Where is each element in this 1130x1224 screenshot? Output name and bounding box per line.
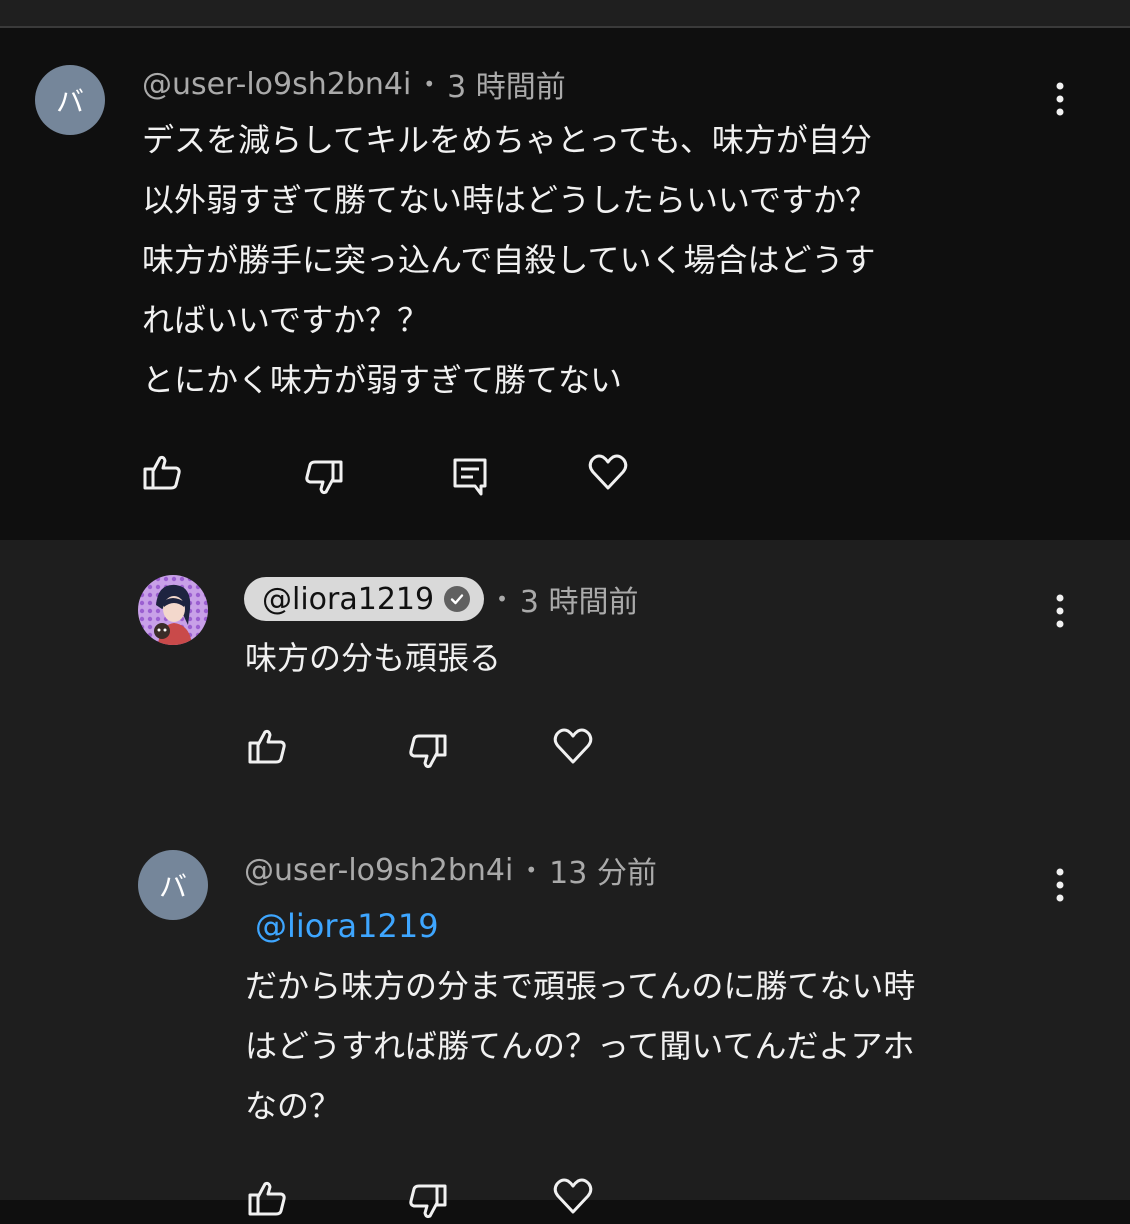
separator-dot: • xyxy=(423,72,436,96)
comment-line: デスを減らしてキルをめちゃとっても、味方が自分 xyxy=(142,121,872,159)
creator-chip[interactable]: @liora1219 xyxy=(244,577,485,621)
comment-meta: @user-lo9sh2bn4i • 3 時間前 xyxy=(142,62,566,106)
comment-line: 味方が勝手に突っ込んで自殺していく場合はどうす xyxy=(142,241,876,279)
comment-line: 以外弱すぎて勝てない時はどうしたらいいですか？ xyxy=(142,181,878,219)
reply-line: なの？ xyxy=(245,1087,342,1125)
replies-section: @liora1219 • 3 時間前 味方の分も頑張る バ @user-lo9s… xyxy=(0,540,1130,1219)
comment-thread: バ @user-lo9sh2bn4i • 3 時間前 デスを減らしてキルをめちゃ… xyxy=(0,28,1130,540)
comment-time[interactable]: 3 時間前 xyxy=(447,62,566,106)
more-vert-icon[interactable] xyxy=(1050,80,1070,120)
comment-line: ればいいですか？？ xyxy=(142,301,430,339)
mention-text[interactable]: @liora1219 xyxy=(255,907,439,945)
reply-time[interactable]: 13 分前 xyxy=(549,848,657,892)
verified-check-icon xyxy=(444,586,471,612)
dislike-icon[interactable] xyxy=(406,730,450,774)
avatar[interactable]: バ xyxy=(35,65,105,135)
heart-icon[interactable] xyxy=(551,724,595,768)
reply-line: 味方の分も頑張る xyxy=(245,639,502,677)
reply-author: @liora1219 xyxy=(262,581,435,617)
top-bar xyxy=(0,0,1130,28)
comment-line: とにかく味方が弱すぎて勝てない xyxy=(142,361,623,399)
dislike-icon[interactable] xyxy=(406,1180,450,1224)
avatar[interactable] xyxy=(138,575,208,645)
avatar-letter: バ xyxy=(158,870,187,903)
dislike-icon[interactable] xyxy=(302,456,346,500)
reply-meta: @liora1219 • 3 時間前 xyxy=(244,576,639,622)
reply-line: はどうすれば勝てんの？って聞いてんだよアホ xyxy=(245,1027,915,1065)
like-icon[interactable] xyxy=(245,1176,289,1220)
reply-text: 味方の分も頑張る xyxy=(245,628,501,688)
reply-time[interactable]: 3 時間前 xyxy=(520,577,639,621)
separator-dot: • xyxy=(496,587,508,611)
like-icon[interactable] xyxy=(245,724,289,768)
like-icon[interactable] xyxy=(140,450,184,494)
reply-author[interactable]: @user-lo9sh2bn4i xyxy=(244,853,513,888)
more-vert-icon[interactable] xyxy=(1050,866,1070,906)
comment-author[interactable]: @user-lo9sh2bn4i xyxy=(142,67,411,102)
separator-dot: • xyxy=(525,858,538,882)
more-vert-icon[interactable] xyxy=(1050,592,1070,632)
avatar-letter: バ xyxy=(55,85,84,118)
mention-link[interactable]: @liora1219 xyxy=(245,896,915,956)
reply-line: だから味方の分まで頑張ってんのに勝てない時 xyxy=(245,967,916,1005)
heart-icon[interactable] xyxy=(586,450,630,494)
reply-meta: @user-lo9sh2bn4i • 13 分前 xyxy=(244,848,657,892)
comment-text: デスを減らしてキルをめちゃとっても、味方が自分 以外弱すぎて勝てない時はどうした… xyxy=(142,110,877,410)
heart-icon[interactable] xyxy=(551,1174,595,1218)
avatar[interactable]: バ xyxy=(138,850,208,920)
reply-icon[interactable] xyxy=(448,454,492,498)
reply-text: @liora1219 だから味方の分まで頑張ってんのに勝てない時 はどうすれば勝… xyxy=(245,896,915,1136)
